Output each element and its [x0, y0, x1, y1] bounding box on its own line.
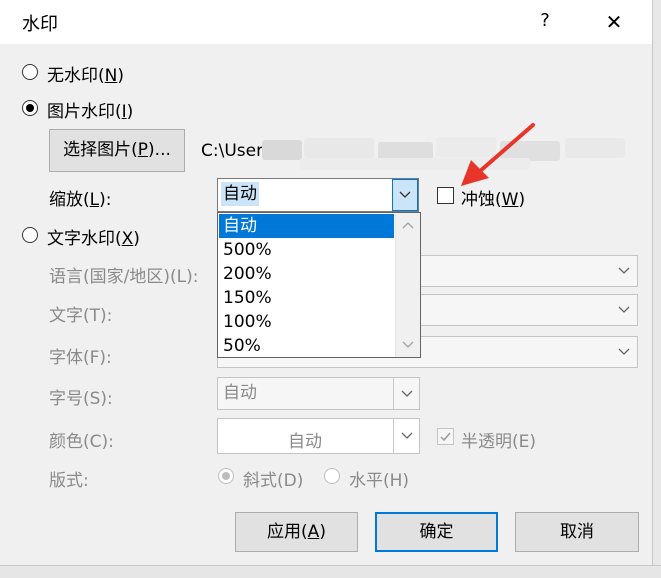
chevron-down-icon[interactable] [393, 419, 419, 453]
cancel-button[interactable]: 取消 [515, 512, 639, 552]
window-edge-bottom [0, 565, 661, 578]
close-button[interactable]: ✕ [596, 6, 632, 38]
no-watermark-label[interactable]: 无水印(N) [47, 61, 124, 86]
color-combo[interactable]: 自动 [217, 418, 420, 454]
title-bar: 水印 ? ✕ [0, 0, 661, 44]
scale-option[interactable]: 500% [219, 238, 394, 262]
layout-label: 版式: [49, 471, 89, 491]
scale-option[interactable]: 200% [219, 262, 394, 286]
radio-no-watermark[interactable] [22, 64, 38, 80]
radio-text-watermark[interactable] [22, 227, 38, 243]
watermark-dialog: 水印 ? ✕ 无水印(N) 图片水印(I) 选择图片(P)... C:\User… [0, 0, 661, 578]
help-button[interactable]: ? [530, 6, 560, 36]
color-label: 颜色(C): [49, 432, 114, 452]
select-picture-button[interactable]: 选择图片(P)... [49, 129, 185, 172]
radio-horizontal[interactable] [324, 468, 340, 484]
size-value: 自动 [223, 383, 257, 403]
scale-option[interactable]: 自动 [219, 214, 394, 238]
language-label: 语言(国家/地区)(L): [49, 267, 199, 287]
scale-option[interactable]: 100% [219, 310, 394, 334]
window-edge-right [652, 0, 661, 577]
scale-combo[interactable]: 自动 [217, 178, 419, 212]
scale-label: 缩放(L): [49, 190, 112, 210]
chevron-down-icon[interactable] [611, 256, 637, 286]
dialog-title: 水印 [22, 14, 58, 35]
chevron-down-icon[interactable] [393, 378, 419, 409]
chevron-down-icon[interactable] [402, 341, 414, 349]
semitransparent-label: 半透明(E) [461, 432, 537, 452]
scale-value: 自动 [221, 182, 259, 206]
radio-picture-watermark[interactable] [22, 100, 38, 116]
semitransparent-checkbox[interactable] [437, 428, 454, 445]
dropdown-scrollbar[interactable] [395, 213, 420, 357]
apply-button[interactable]: 应用(A) [235, 512, 358, 552]
chevron-down-icon[interactable] [392, 179, 418, 211]
picture-path: C:\User [201, 141, 264, 161]
diagonal-label: 斜式(D) [243, 471, 304, 491]
text-label: 文字(T): [49, 306, 113, 326]
chevron-down-icon[interactable] [611, 337, 637, 367]
size-label: 字号(S): [49, 389, 113, 409]
checkmark-icon [440, 432, 451, 442]
annotation-arrow-icon [461, 123, 535, 186]
text-watermark-label[interactable]: 文字水印(X) [47, 224, 140, 249]
horizontal-label: 水平(H) [349, 471, 410, 491]
scale-option[interactable]: 50% [219, 334, 394, 358]
washout-checkbox[interactable] [437, 187, 454, 204]
chevron-up-icon[interactable] [402, 221, 414, 229]
size-combo[interactable]: 自动 [217, 377, 420, 410]
ok-button[interactable]: 确定 [375, 512, 498, 552]
picture-watermark-label[interactable]: 图片水印(I) [47, 97, 133, 122]
scale-option[interactable]: 150% [219, 286, 394, 310]
chevron-down-icon[interactable] [611, 295, 637, 325]
color-value: 自动 [288, 432, 322, 452]
scale-dropdown-list: 自动 500% 200% 150% 100% 50% [217, 212, 421, 358]
font-label: 字体(F): [49, 348, 112, 368]
radio-diagonal[interactable] [218, 468, 234, 484]
